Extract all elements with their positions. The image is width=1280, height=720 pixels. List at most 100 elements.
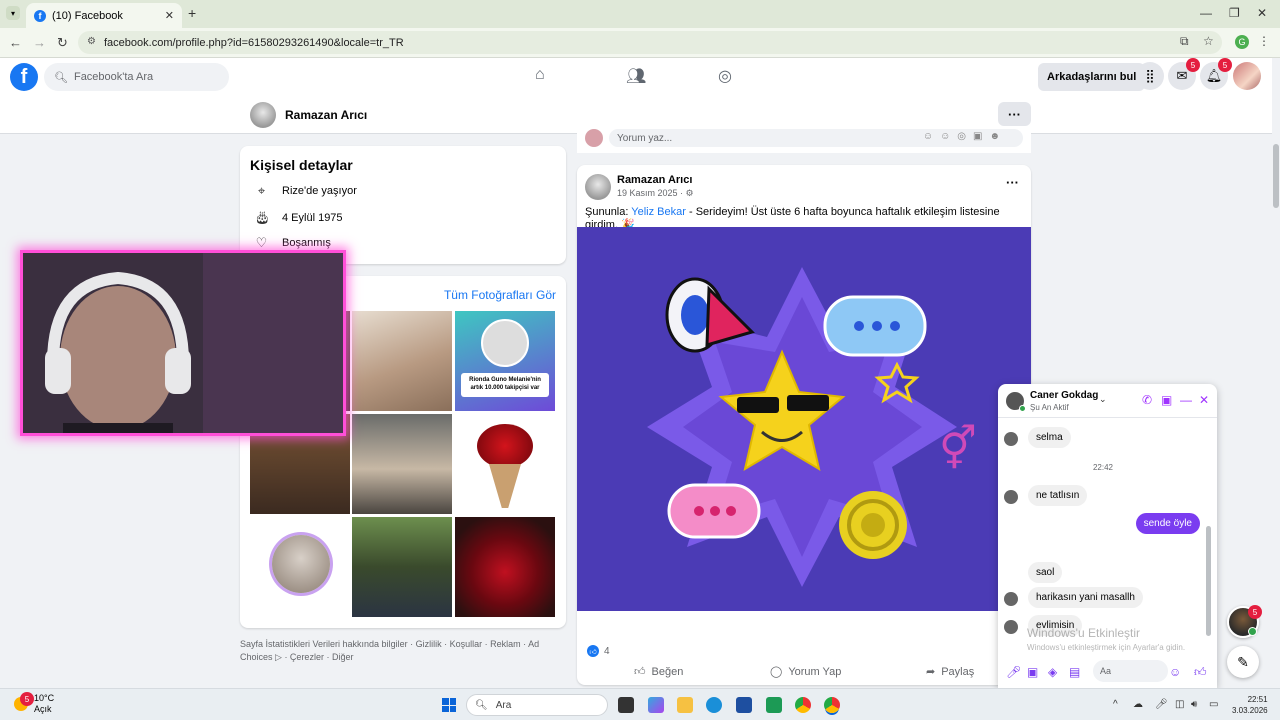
incoming-message[interactable]: harikasın yani masallh: [1028, 587, 1143, 608]
chat-bubble-pink-icon: [667, 483, 761, 539]
photo-thumbnail[interactable]: [352, 414, 452, 514]
task-view-icon[interactable]: [618, 697, 634, 713]
file-explorer-icon[interactable]: [677, 697, 693, 713]
like-button[interactable]: 👍︎ Beğen: [634, 665, 683, 679]
heart-icon: ♡: [255, 235, 268, 250]
browser-tab[interactable]: f (10) Facebook ✕: [26, 3, 182, 28]
app-icon[interactable]: [766, 697, 782, 713]
address-bar[interactable]: ⚙ facebook.com/profile.php?id=6158029326…: [78, 31, 1222, 54]
comment-input[interactable]: Yorum yaz... ☺☺◎▣☻: [609, 129, 1023, 147]
photo-thumbnail[interactable]: [455, 517, 555, 617]
browser-menu-icon[interactable]: ⋮: [1258, 34, 1270, 48]
phone-call-icon[interactable]: ✆: [1142, 393, 1152, 407]
post-image[interactable]: ⚥: [577, 227, 1031, 611]
minimize-icon[interactable]: —: [1200, 6, 1212, 20]
menu-grid-icon[interactable]: ⣿: [1136, 62, 1164, 90]
home-icon[interactable]: ⌂: [535, 66, 545, 84]
back-icon[interactable]: ←: [9, 35, 22, 50]
network-icon[interactable]: ◫: [1175, 699, 1184, 710]
close-chat-icon[interactable]: ✕: [1199, 393, 1209, 407]
post-options-icon[interactable]: ···: [1006, 175, 1019, 190]
post-mention-link[interactable]: Yeliz Bekar: [631, 206, 686, 218]
account-avatar[interactable]: [1233, 62, 1261, 90]
photo-thumbnail[interactable]: [352, 517, 452, 617]
messenger-icon[interactable]: ✉ 5: [1168, 58, 1200, 90]
clock-date: 3.03.2026: [1232, 706, 1268, 715]
weather-widget[interactable]: 5 10°C Açık: [14, 692, 54, 715]
photo-attach-icon[interactable]: ▣: [1027, 665, 1038, 679]
comment-tools-icons[interactable]: ☺☺◎▣☻: [923, 131, 1007, 142]
post-reactions[interactable]: 👍︎ 4: [587, 645, 610, 657]
incoming-message[interactable]: evlimisin: [1028, 615, 1083, 636]
search-placeholder: Facebook'ta Ara: [73, 71, 154, 83]
chat-contact-name[interactable]: Caner Gokdag: [1030, 390, 1098, 401]
chat-scroll-thumb[interactable]: [1206, 526, 1211, 636]
post-author-avatar[interactable]: [585, 174, 611, 200]
forward-icon[interactable]: →: [33, 35, 46, 50]
chat-header[interactable]: Caner Gokdag Şu An Aktif ⌄ ✆ ▣ — ✕: [998, 384, 1217, 418]
restore-icon[interactable]: ❐: [1229, 6, 1240, 20]
chat-message-input[interactable]: Aa: [1093, 660, 1168, 682]
find-friends-button[interactable]: Arkadaşlarını bul: [1038, 63, 1146, 91]
bookmark-star-icon[interactable]: ☆: [1203, 34, 1214, 48]
chrome-active-icon[interactable]: [824, 697, 840, 713]
page-scrollbar[interactable]: [1272, 58, 1280, 688]
share-button[interactable]: ➦ Paylaş: [926, 665, 974, 679]
chat-scrollbar[interactable]: [1206, 424, 1211, 644]
incoming-message[interactable]: ne tatlısın: [1028, 485, 1088, 506]
windows-start-icon[interactable]: [442, 698, 456, 712]
groups-icon[interactable]: ◎: [718, 66, 732, 86]
new-message-icon[interactable]: ✎: [1227, 646, 1259, 678]
facebook-search-input[interactable]: 🔍︎ Facebook'ta Ara: [44, 63, 229, 91]
tab-list-button[interactable]: ▾: [6, 6, 20, 20]
incoming-message[interactable]: selma: [1028, 427, 1071, 448]
chevron-down-icon[interactable]: ⌄: [1099, 394, 1107, 405]
taskbar-search-input[interactable]: 🔍︎ Ara: [466, 694, 608, 716]
reload-icon[interactable]: ↻: [57, 35, 68, 51]
browser-profile-avatar[interactable]: G: [1235, 35, 1249, 49]
close-tab-icon[interactable]: ✕: [165, 9, 174, 22]
tray-overflow-icon[interactable]: ^: [1113, 699, 1118, 710]
footer-links[interactable]: Sayfa İstatistikleri Verileri hakkında b…: [240, 638, 570, 664]
comment-button[interactable]: ◯ Yorum Yap: [770, 665, 841, 679]
friends-icon[interactable]: 👥︎: [626, 66, 646, 86]
see-all-photos-link[interactable]: Tüm Fotoğrafları Gör: [444, 288, 556, 302]
send-like-icon[interactable]: 👍︎: [1194, 665, 1207, 680]
gif-icon[interactable]: ▤: [1069, 665, 1080, 679]
profile-avatar[interactable]: [250, 102, 276, 128]
profile-name[interactable]: Ramazan Arıcı: [285, 108, 367, 122]
microphone-icon[interactable]: 🎤︎: [1006, 665, 1021, 679]
video-call-icon[interactable]: ▣: [1161, 393, 1172, 407]
post-date[interactable]: 19 Kasım 2025 · ⚙: [617, 188, 694, 199]
incoming-message[interactable]: saol: [1028, 562, 1063, 583]
emoji-icon[interactable]: ☺: [1169, 665, 1181, 679]
battery-icon[interactable]: ▭: [1209, 699, 1218, 710]
volume-icon[interactable]: 🔊︎: [1191, 699, 1197, 710]
site-info-icon[interactable]: ⚙: [87, 36, 96, 47]
microphone-icon[interactable]: 🎤︎: [1155, 699, 1168, 710]
profile-more-button[interactable]: ···: [998, 102, 1031, 126]
photo-thumbnail[interactable]: [352, 311, 452, 411]
photo-thumbnail-promo[interactable]: Rionda Guno Melanie'nin artık 10.000 tak…: [455, 311, 555, 411]
outgoing-message[interactable]: sende öyle: [1135, 513, 1200, 534]
copilot-icon[interactable]: [648, 697, 664, 713]
edge-browser-icon[interactable]: [706, 697, 722, 713]
install-app-icon[interactable]: ⧉: [1180, 34, 1189, 49]
chrome-icon[interactable]: [795, 697, 811, 713]
gender-symbol-icon: ⚥: [939, 424, 977, 473]
store-icon[interactable]: [736, 697, 752, 713]
close-window-icon[interactable]: ✕: [1257, 6, 1267, 20]
post-author-name[interactable]: Ramazan Arıcı: [617, 174, 692, 186]
tray-cloud-icon[interactable]: ☁: [1133, 699, 1143, 710]
sticker-icon[interactable]: ◈: [1048, 665, 1057, 679]
floating-chat-head-avatar[interactable]: 5: [1227, 605, 1262, 638]
new-tab-icon[interactable]: +: [188, 5, 196, 21]
location-pin-icon: ⌖: [257, 183, 266, 198]
notifications-bell-icon[interactable]: 🔔︎ 5: [1200, 58, 1232, 90]
minimize-chat-icon[interactable]: —: [1180, 393, 1192, 407]
facebook-logo-icon[interactable]: f: [10, 63, 38, 91]
photo-thumbnail-roses[interactable]: [455, 414, 555, 514]
page-scroll-thumb[interactable]: [1273, 144, 1279, 208]
taskbar-clock[interactable]: 22:51 3.03.2026: [1232, 694, 1268, 716]
photo-thumbnail-frame[interactable]: [250, 517, 350, 617]
